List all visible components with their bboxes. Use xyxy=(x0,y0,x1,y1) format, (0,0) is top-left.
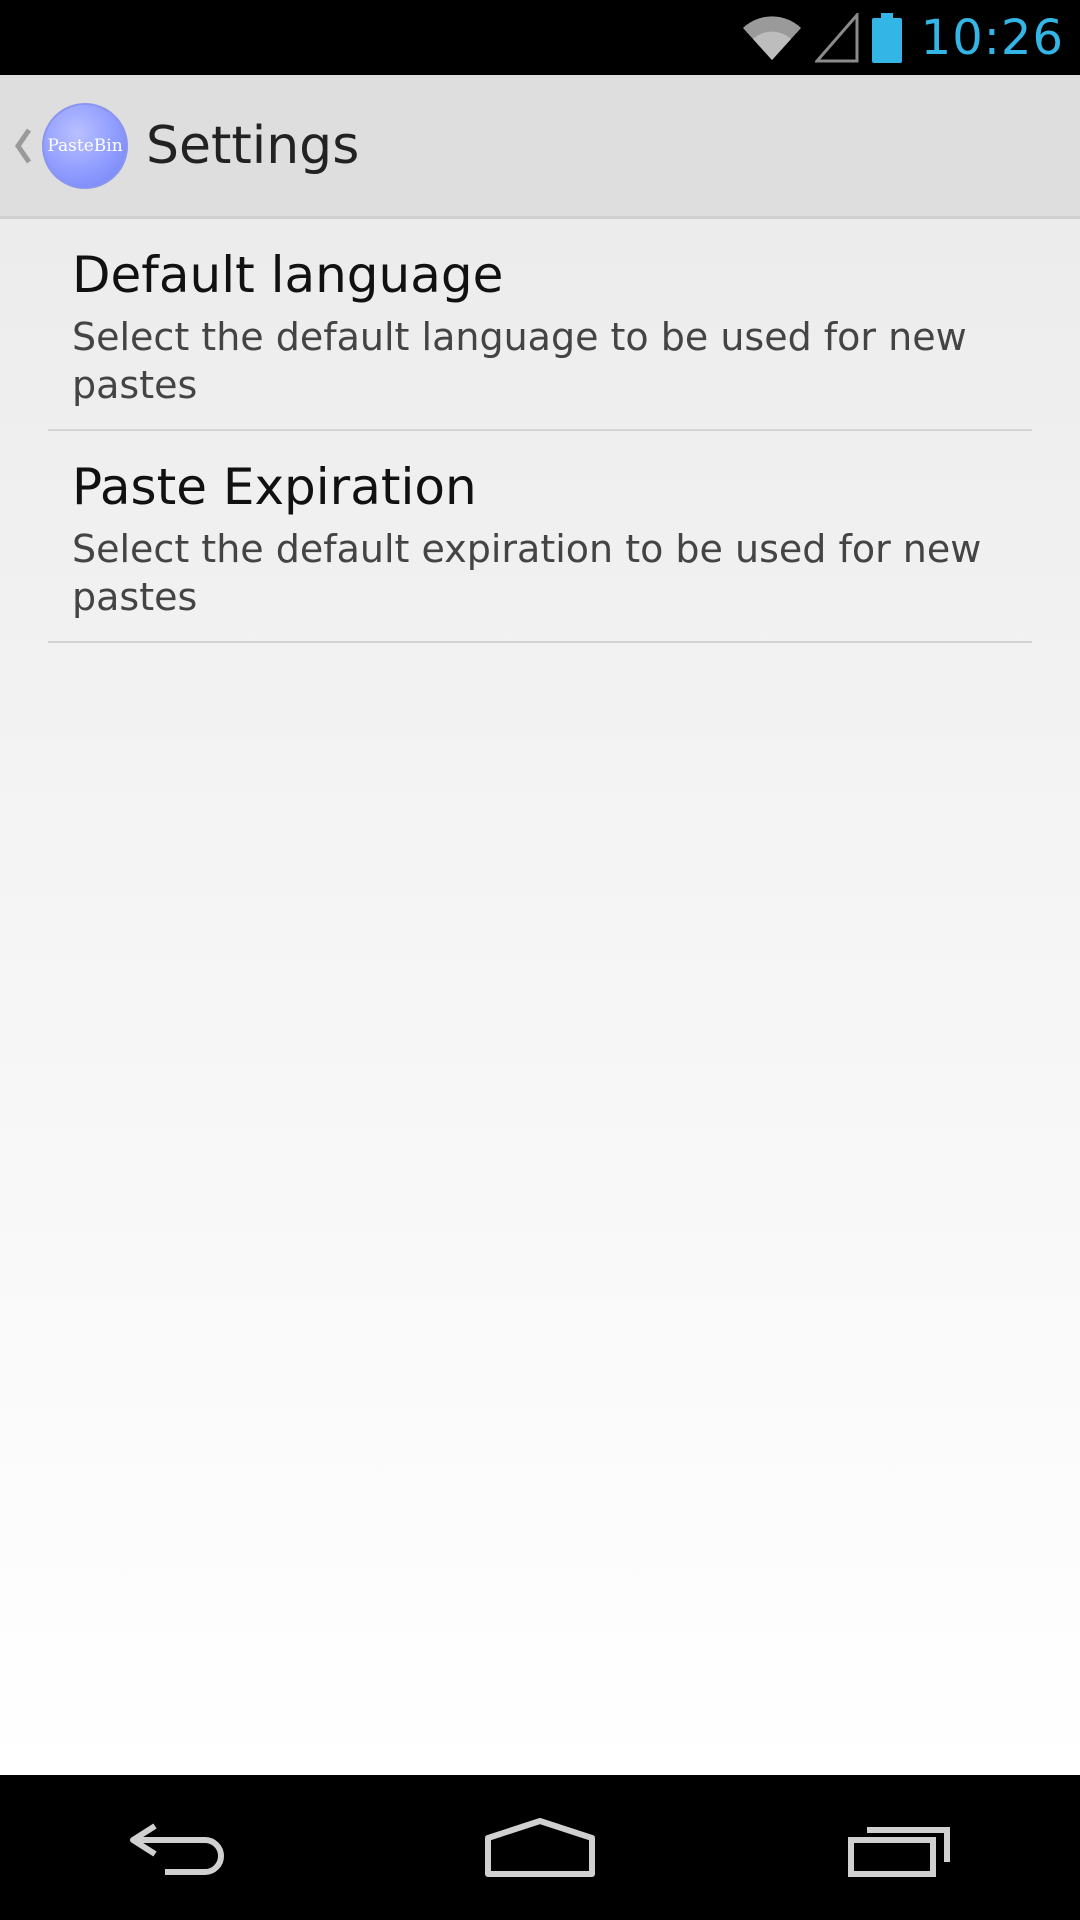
wifi-icon xyxy=(741,14,803,62)
pref-default-language[interactable]: Default language Select the default lang… xyxy=(48,219,1032,431)
pref-title: Default language xyxy=(72,246,504,304)
signal-icon xyxy=(814,12,859,63)
app-logo[interactable]: PasteBin xyxy=(42,102,128,189)
screen: 10:26 PasteBin Settings Default language… xyxy=(0,0,1080,1920)
pref-paste-expiration[interactable]: Paste Expiration Select the default expi… xyxy=(48,431,1032,643)
status-bar: 10:26 xyxy=(0,0,1080,75)
chevron-left-icon[interactable] xyxy=(8,74,38,218)
pref-title: Paste Expiration xyxy=(72,458,477,516)
pref-summary: Select the default expiration to be used… xyxy=(72,527,982,619)
recents-icon[interactable] xyxy=(800,1775,1000,1920)
preference-list: Default language Select the default lang… xyxy=(0,219,1080,1775)
app-logo-text: PasteBin xyxy=(47,135,123,156)
page-title: Settings xyxy=(146,115,360,176)
back-icon[interactable] xyxy=(80,1775,280,1920)
battery-icon xyxy=(871,12,903,64)
action-bar: PasteBin Settings xyxy=(0,75,1080,219)
clock: 10:26 xyxy=(920,9,1064,66)
navigation-bar xyxy=(0,1775,1080,1920)
pref-summary: Select the default language to be used f… xyxy=(72,315,967,407)
home-icon[interactable] xyxy=(440,1775,640,1920)
